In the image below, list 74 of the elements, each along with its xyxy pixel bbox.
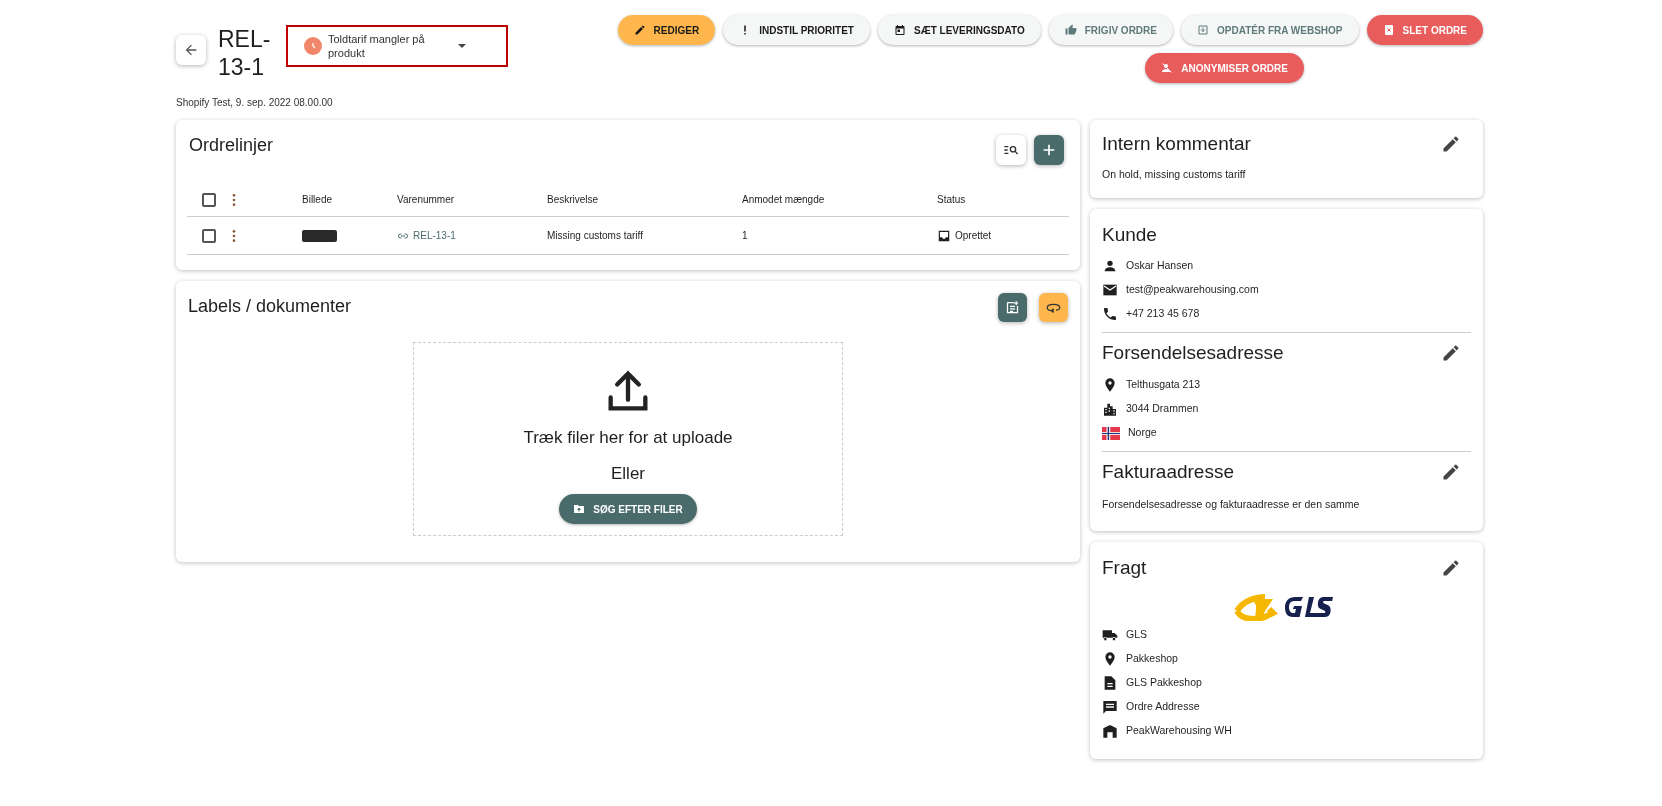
add-document-button[interactable] [998, 293, 1027, 322]
browse-files-button[interactable]: SØG EFTER FILER [559, 494, 697, 524]
message-icon [1102, 698, 1118, 715]
action-button[interactable]: SÆT LEVERINGSDATO [878, 15, 1041, 45]
column-header: Status [937, 193, 967, 207]
section-title: Forsendelsesadresse [1102, 340, 1284, 365]
calendar-icon [894, 24, 906, 36]
inbox-icon [937, 228, 951, 243]
address-country: Norge [1128, 425, 1157, 441]
document-icon [1102, 674, 1118, 691]
thumbs-up-icon [1064, 24, 1077, 36]
warehouse-name: PeakWarehousing WH [1126, 722, 1232, 738]
pencil-icon [1441, 134, 1461, 155]
pencil-icon [1441, 342, 1461, 363]
action-button[interactable]: REDIGER [617, 15, 716, 45]
file-drop-zone[interactable]: Træk filer her for at uploade Eller SØG EFTER FILER [413, 342, 843, 536]
back-arrow-icon [183, 42, 199, 58]
order-title: REL-13-1 [218, 25, 270, 81]
location-pin-icon [1102, 650, 1118, 667]
status-dropdown[interactable]: Toldtarif mangler på produkt [286, 25, 508, 67]
upload-instruction: Træk filer her for at uploade [523, 427, 733, 449]
search-list-button[interactable] [996, 135, 1026, 165]
address-street: Telthusgata 213 [1126, 377, 1201, 393]
sku-link[interactable]: REL-13-1 [397, 228, 456, 243]
phone-icon [1102, 305, 1118, 322]
customer-phone: +47 213 45 678 [1126, 305, 1200, 321]
action-button[interactable]: ANONYMISER ORDRE [1145, 53, 1304, 83]
pencil-icon [1441, 462, 1461, 483]
status-text: Oprettet [955, 229, 992, 243]
loop-arrow-button[interactable] [1039, 293, 1068, 322]
card-title: Ordrelinjer [189, 134, 274, 157]
add-button[interactable] [1034, 135, 1064, 165]
folder-upload-icon [573, 503, 586, 515]
section-title: Kunde [1102, 223, 1157, 247]
person-off-icon [1161, 62, 1174, 74]
pencil-icon [633, 24, 646, 36]
card-title: Labels / dokumenter [188, 295, 352, 318]
trash-icon [1382, 24, 1395, 36]
warehouse-icon [1102, 722, 1118, 739]
document-plus-icon [1005, 300, 1020, 315]
or-text: Eller [611, 462, 645, 485]
city-icon [1102, 401, 1118, 417]
comment-text: On hold, missing customs tariff [1102, 166, 1247, 182]
action-button[interactable]: INDSTIL PRIORITET [723, 15, 870, 45]
shipping-product: GLS Pakkeshop [1126, 674, 1202, 690]
address-type: Ordre Addresse [1126, 698, 1200, 714]
product-image [302, 229, 337, 242]
download-box-icon [1197, 24, 1209, 36]
column-header: Varenummer [397, 193, 456, 207]
column-header: Beskrivelse [547, 193, 600, 207]
section-title: Fakturaadresse [1102, 460, 1234, 484]
action-button[interactable]: SLET ORDRE [1366, 15, 1483, 45]
carrier-name: GLS [1126, 626, 1147, 642]
delivery-method: Pakkeshop [1126, 650, 1178, 666]
billing-note: Forsendelsesadresse og fakturaadresse er den samme [1102, 496, 1361, 512]
clock-icon [304, 37, 322, 55]
back-button[interactable] [176, 35, 206, 65]
section-title: Fragt [1102, 556, 1147, 580]
order-source-date: Shopify Test, 9. sep. 2022 08.00.00 [176, 96, 334, 110]
table-cell: Missing customs tariff [547, 230, 643, 241]
customer-name: Oskar Hansen [1126, 257, 1194, 273]
table-cell: 1 [742, 230, 748, 241]
plus-icon [1041, 142, 1057, 158]
section-title: Intern kommentar [1102, 132, 1251, 156]
norway-flag-icon [1102, 426, 1120, 440]
location-pin-icon [1102, 377, 1118, 393]
checkbox[interactable] [202, 228, 216, 243]
address-city: 3044 Drammen [1126, 401, 1199, 417]
column-header: Billede [302, 193, 334, 207]
column-header: Anmodet mængde [742, 193, 826, 207]
caret-icon [458, 44, 466, 48]
customer-email: test@peakwarehousing.com [1126, 281, 1259, 297]
checkbox[interactable] [202, 192, 216, 207]
pencil-icon [1441, 558, 1461, 579]
